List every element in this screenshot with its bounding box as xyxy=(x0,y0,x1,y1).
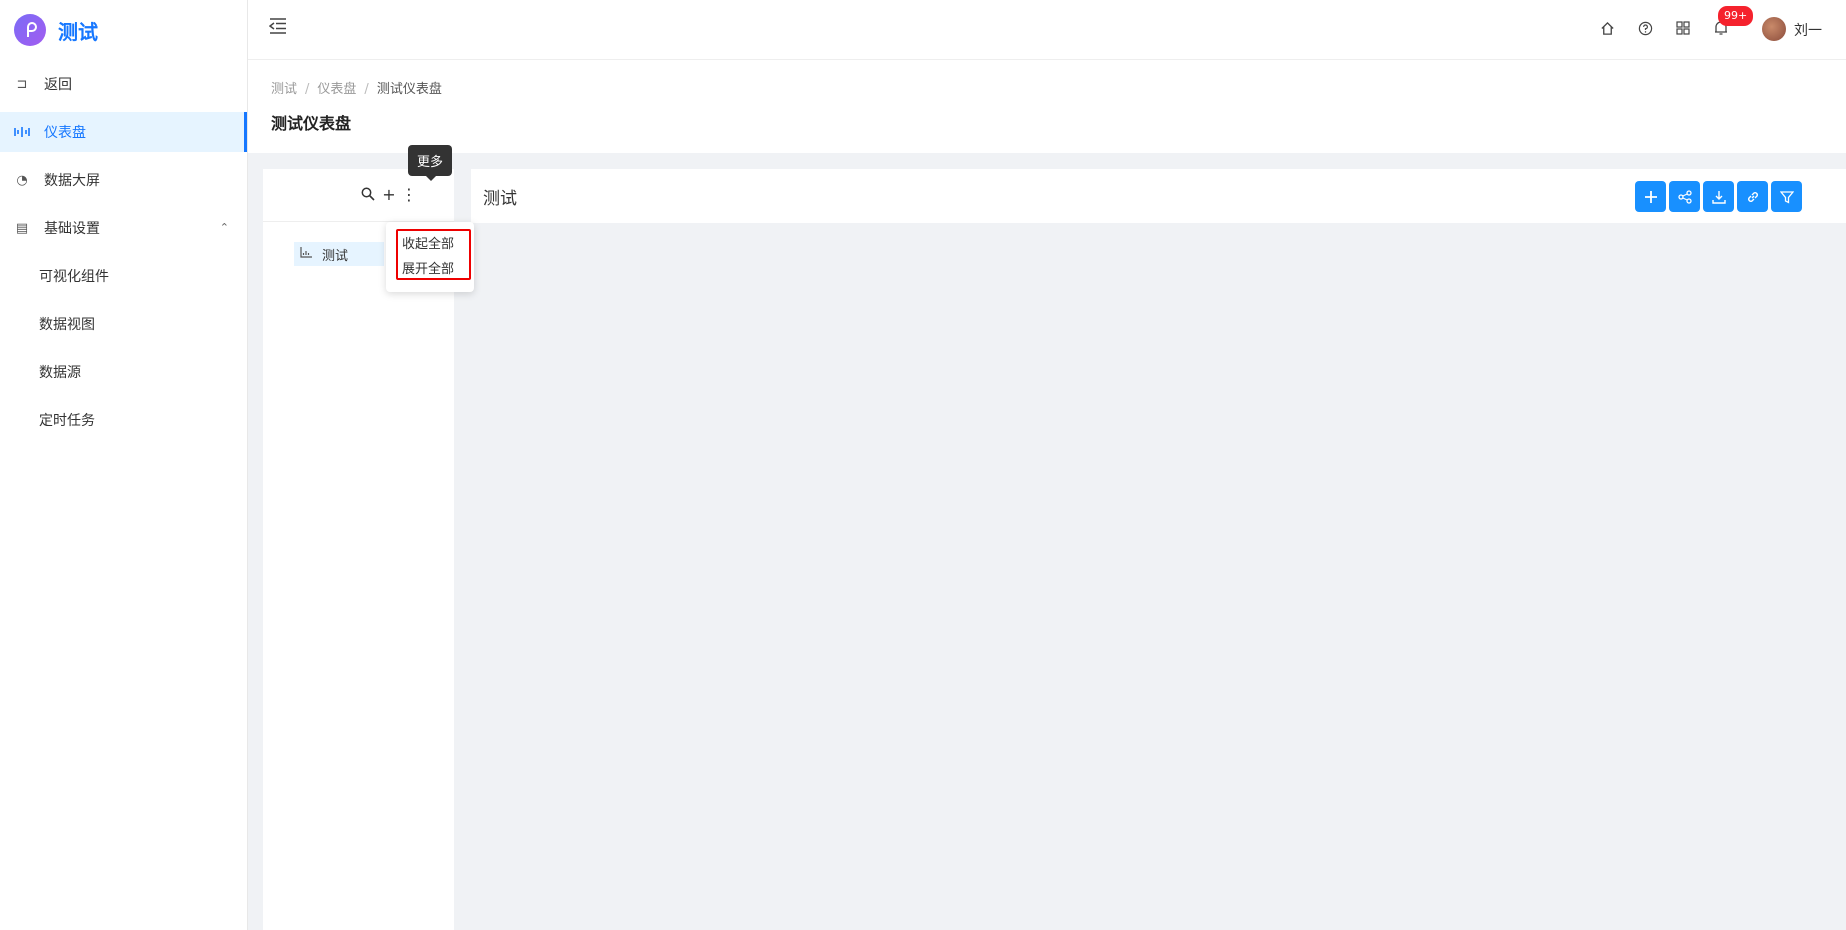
tree-node[interactable]: 测试 xyxy=(294,242,384,266)
breadcrumb-item[interactable]: 仪表盘 xyxy=(317,82,356,97)
filter-icon xyxy=(1779,190,1794,204)
app-name: 测试 xyxy=(58,19,98,44)
sidebar-subitem-data-sources[interactable]: 数据源 xyxy=(0,352,247,392)
return-icon: ⊐ xyxy=(16,76,28,92)
sidebar-item-label: 返回 xyxy=(44,77,72,93)
sidebar-subitem-scheduled-tasks[interactable]: 定时任务 xyxy=(0,400,247,440)
search-icon[interactable] xyxy=(360,186,376,202)
apps-grid-icon[interactable] xyxy=(1674,19,1692,37)
share-icon xyxy=(1677,189,1692,204)
breadcrumb-separator: / xyxy=(364,82,369,97)
sidebar-item-label: 基础设置 xyxy=(44,221,100,237)
settings-book-icon: ▤ xyxy=(15,220,29,236)
app-logo[interactable]: 测试 xyxy=(0,0,247,60)
top-header: 99+ 刘一 ⋮ xyxy=(248,0,1846,60)
dashboard-title: 测试 xyxy=(483,189,517,209)
sidebar-subitem-data-views[interactable]: 数据视图 xyxy=(0,304,247,344)
breadcrumb: 测试 / 仪表盘 / 测试仪表盘 xyxy=(271,78,442,97)
more-icon[interactable]: ⋮ xyxy=(401,185,417,204)
page-header: 测试 / 仪表盘 / 测试仪表盘 测试仪表盘 xyxy=(248,60,1846,153)
dashboard-toolbar: 测试 xyxy=(471,169,1846,223)
more-vert-icon[interactable]: ⋮ xyxy=(1842,18,1846,37)
download-icon xyxy=(1711,190,1726,204)
sidebar-item-dashboard[interactable]: 仪表盘 xyxy=(0,112,247,152)
share-button[interactable] xyxy=(1669,181,1700,212)
sidebar: 测试 ⊐ 返回 仪表盘 ◔ 数据大屏 ▤ 基础设置 ⌃ 可视化组件 数据视图 数… xyxy=(0,0,248,930)
avatar[interactable] xyxy=(1762,17,1786,41)
add-button[interactable] xyxy=(1635,181,1666,212)
breadcrumb-current: 测试仪表盘 xyxy=(376,82,442,97)
sidebar-item-label: 仪表盘 xyxy=(44,125,86,141)
menu-collapse-icon[interactable] xyxy=(268,18,287,36)
link-icon xyxy=(1747,191,1758,202)
dashboard-panel: 测试 xyxy=(471,169,1846,930)
help-icon[interactable] xyxy=(1636,19,1654,37)
notification-badge: 99+ xyxy=(1718,6,1754,26)
sidebar-item-basic-settings[interactable]: ▤ 基础设置 ⌃ xyxy=(0,208,247,248)
page-title: 测试仪表盘 xyxy=(271,114,352,133)
link-button[interactable] xyxy=(1737,181,1768,212)
pie-chart-icon: ◔ xyxy=(16,172,28,188)
sidebar-item-label: 数据大屏 xyxy=(44,173,100,189)
menu-item-expand-all[interactable]: 展开全部 xyxy=(402,258,454,277)
more-dropdown-menu: 收起全部 展开全部 xyxy=(386,222,474,292)
breadcrumb-separator: / xyxy=(305,82,310,97)
sidebar-subitem-visual-components[interactable]: 可视化组件 xyxy=(0,256,247,296)
more-tooltip: 更多 xyxy=(408,145,452,181)
chart-icon xyxy=(300,247,312,261)
breadcrumb-item[interactable]: 测试 xyxy=(271,82,297,97)
username[interactable]: 刘一 xyxy=(1794,20,1822,40)
menu-item-collapse-all[interactable]: 收起全部 xyxy=(402,233,454,252)
dashboard-icon xyxy=(14,124,30,140)
home-icon[interactable] xyxy=(1598,19,1616,37)
add-icon[interactable]: + xyxy=(381,185,397,204)
tree-node-label: 测试 xyxy=(322,248,349,264)
main-content: + ⋮ 测试 测试 xyxy=(248,153,1846,930)
plus-icon xyxy=(1644,190,1657,203)
download-button[interactable] xyxy=(1703,181,1734,212)
logo-icon xyxy=(14,14,46,46)
chevron-up-icon[interactable]: ⌃ xyxy=(220,221,229,234)
sidebar-item-data-screen[interactable]: ◔ 数据大屏 xyxy=(0,160,247,200)
filter-button[interactable] xyxy=(1771,181,1802,212)
sidebar-item-back[interactable]: ⊐ 返回 xyxy=(0,64,247,104)
